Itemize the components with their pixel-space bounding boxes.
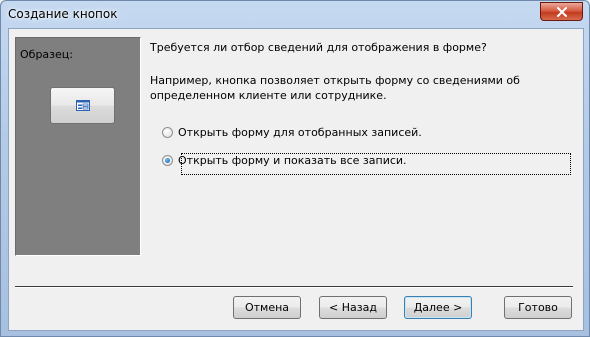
option-all-records-label[interactable]: Открыть форму и показать все записи. <box>178 154 407 167</box>
close-icon <box>557 7 567 17</box>
dialog-window: Создание кнопок Образец: Требуется ли от… <box>0 0 590 337</box>
cancel-button[interactable]: Отмена <box>233 296 301 319</box>
finish-button[interactable]: Готово <box>504 296 572 319</box>
option-filtered-records-label[interactable]: Открыть форму для отобранных записей. <box>178 126 422 139</box>
next-button[interactable]: Далее > <box>404 296 472 319</box>
back-button[interactable]: < Назад <box>319 296 387 319</box>
separator <box>15 286 573 288</box>
close-button[interactable] <box>540 2 583 21</box>
dialog-content: Образец: Требуется ли отбор сведений для… <box>8 28 584 331</box>
radio-all-records[interactable] <box>162 155 173 166</box>
sample-panel: Образец: <box>15 37 141 256</box>
example-text: Например, кнопка позволяет открыть форму… <box>150 74 520 102</box>
sample-label: Образец: <box>20 48 73 61</box>
form-icon <box>76 100 90 111</box>
title-bar[interactable]: Создание кнопок <box>1 1 589 27</box>
window-title: Создание кнопок <box>8 7 118 21</box>
sample-button-preview <box>50 87 115 124</box>
radio-filtered-records[interactable] <box>162 127 173 138</box>
question-text: Требуется ли отбор сведений для отображе… <box>150 41 487 54</box>
